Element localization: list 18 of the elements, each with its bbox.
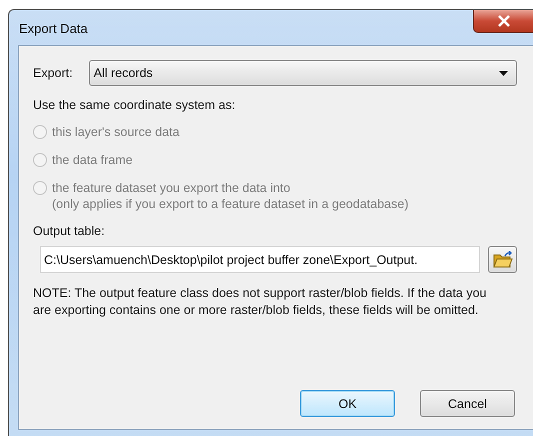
ok-button[interactable]: OK (300, 390, 395, 417)
note-text: NOTE: The output feature class does not support raster/blob fields. If the data you are exporting contains one or more raster/blob fields, these fields will be omitted. (33, 285, 488, 318)
export-dropdown[interactable]: All records (88, 60, 517, 86)
dropdown-arrow-icon (499, 70, 508, 76)
output-label: Output table: (33, 224, 106, 238)
browse-button[interactable] (488, 246, 517, 273)
folder-icon (492, 251, 512, 268)
coordinate-heading: Use the same coordinate system as: (33, 98, 236, 112)
window-title: Export Data (19, 21, 88, 36)
output-path-field[interactable]: C:\Users\amuench\Desktop\pilot project buffer zone\Export_Output. (40, 246, 480, 273)
close-button[interactable] (473, 10, 533, 33)
option-label: the data frame (52, 152, 133, 168)
option-label: the feature dataset you export the data into (52, 180, 292, 196)
export-label: Export: (33, 66, 73, 80)
close-icon (496, 15, 510, 27)
option-label: this layer's source data (52, 124, 180, 140)
option-note: (only applies if you export to a feature dataset in a geodatabase) (52, 196, 408, 212)
cancel-button[interactable]: Cancel (420, 390, 515, 417)
